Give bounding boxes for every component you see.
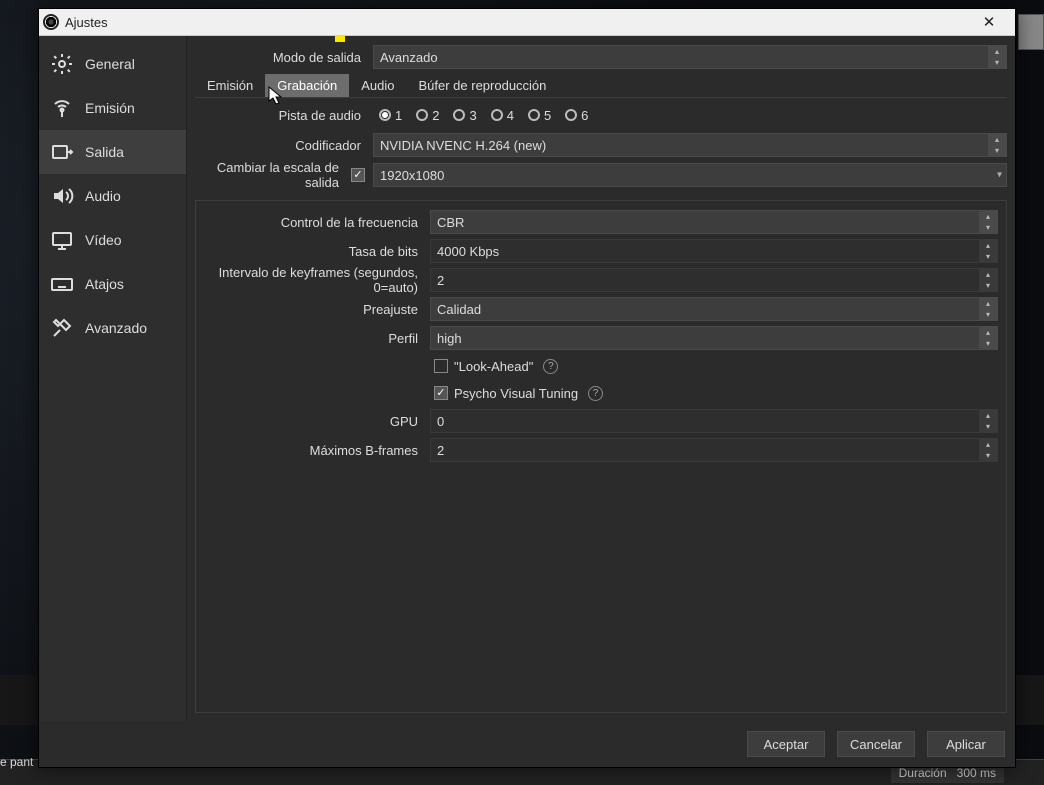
audio-track-1[interactable]: 1 (379, 108, 402, 123)
sidebar-item-label: Avanzado (85, 320, 147, 336)
audio-track-5[interactable]: 5 (528, 108, 551, 123)
yellow-marker (335, 36, 345, 42)
tab-grabacion[interactable]: Grabación (265, 74, 349, 97)
sidebar-item-label: Emisión (85, 100, 135, 116)
ratecontrol-combo[interactable]: CBR▴▾ (430, 210, 998, 234)
audio-track-6[interactable]: 6 (565, 108, 588, 123)
ok-button[interactable]: Aceptar (747, 731, 825, 757)
sidebar-item-label: Atajos (85, 276, 124, 292)
rescale-label: Cambiar la escala de salida (195, 160, 343, 190)
dialog-buttons: Aceptar Cancelar Aplicar (39, 721, 1015, 767)
help-icon[interactable]: ? (543, 359, 558, 374)
audio-track-3[interactable]: 3 (453, 108, 476, 123)
audio-track-radios: 1 2 3 4 5 6 (373, 108, 1007, 123)
lookahead-checkbox[interactable] (434, 359, 448, 373)
audio-track-2[interactable]: 2 (416, 108, 439, 123)
output-tabs: Emisión Grabación Audio Búfer de reprodu… (195, 74, 1007, 98)
cancel-button[interactable]: Cancelar (837, 731, 915, 757)
keyframe-input[interactable]: 2▴▾ (430, 268, 998, 292)
pant-fragment: e pant (0, 755, 33, 769)
lookahead-label: "Look-Ahead" (454, 359, 533, 374)
gpu-label: GPU (204, 414, 422, 429)
sidebar-item-label: Vídeo (85, 232, 122, 248)
tab-audio[interactable]: Audio (349, 74, 406, 97)
audio-track-label: Pista de audio (195, 108, 365, 123)
psycho-checkbox[interactable] (434, 386, 448, 400)
output-icon (49, 139, 75, 165)
settings-window: Ajustes ✕ General Emisión Salida Audio (38, 8, 1016, 768)
preset-combo[interactable]: Calidad▴▾ (430, 297, 998, 321)
apply-button[interactable]: Aplicar (927, 731, 1005, 757)
sidebar-item-video[interactable]: Vídeo (39, 218, 186, 262)
encoder-label: Codificador (195, 138, 365, 153)
output-mode-label: Modo de salida (195, 50, 365, 65)
bframes-input[interactable]: 2▴▾ (430, 438, 998, 462)
sidebar: General Emisión Salida Audio Vídeo Atajo… (39, 36, 187, 721)
sidebar-item-emision[interactable]: Emisión (39, 86, 186, 130)
gear-icon (49, 51, 75, 77)
main-panel: Modo de salida Avanzado ▴▾ Emisión Graba… (187, 36, 1015, 721)
audio-icon (49, 183, 75, 209)
keyframe-label: Intervalo de keyframes (segundos, 0=auto… (204, 265, 422, 295)
bframes-label: Máximos B-frames (204, 443, 422, 458)
rescale-checkbox[interactable] (351, 168, 365, 182)
sidebar-item-general[interactable]: General (39, 42, 186, 86)
sidebar-item-label: General (85, 56, 135, 72)
tools-icon (49, 315, 75, 341)
tab-emision[interactable]: Emisión (195, 74, 265, 97)
sidebar-item-label: Audio (85, 188, 121, 204)
help-icon[interactable]: ? (588, 386, 603, 401)
output-mode-combo[interactable]: Avanzado ▴▾ (373, 45, 1007, 69)
keyboard-icon (49, 271, 75, 297)
psycho-label: Psycho Visual Tuning (454, 386, 578, 401)
profile-combo[interactable]: high▴▾ (430, 326, 998, 350)
monitor-icon (49, 227, 75, 253)
titlebar: Ajustes ✕ (39, 9, 1015, 36)
encoder-combo[interactable]: NVIDIA NVENC H.264 (new) ▴▾ (373, 133, 1007, 157)
broadcast-icon (49, 95, 75, 121)
audio-track-4[interactable]: 4 (491, 108, 514, 123)
side-strip (1018, 14, 1044, 50)
ratecontrol-label: Control de la frecuencia (204, 215, 422, 230)
gpu-input[interactable]: 0▴▾ (430, 409, 998, 433)
encoder-settings-panel: Control de la frecuencia CBR▴▾ Tasa de b… (195, 200, 1007, 713)
sidebar-item-salida[interactable]: Salida (39, 130, 186, 174)
bitrate-label: Tasa de bits (204, 244, 422, 259)
preset-label: Preajuste (204, 302, 422, 317)
sidebar-item-label: Salida (85, 144, 124, 160)
sidebar-item-atajos[interactable]: Atajos (39, 262, 186, 306)
sidebar-item-audio[interactable]: Audio (39, 174, 186, 218)
obs-icon (43, 14, 59, 30)
bitrate-input[interactable]: 4000 Kbps▴▾ (430, 239, 998, 263)
window-title: Ajustes (65, 15, 108, 30)
rescale-combo[interactable]: 1920x1080 ▾ (373, 163, 1007, 187)
tab-bufer[interactable]: Búfer de reproducción (406, 74, 558, 97)
profile-label: Perfil (204, 331, 422, 346)
close-button[interactable]: ✕ (967, 9, 1011, 35)
sidebar-item-avanzado[interactable]: Avanzado (39, 306, 186, 350)
